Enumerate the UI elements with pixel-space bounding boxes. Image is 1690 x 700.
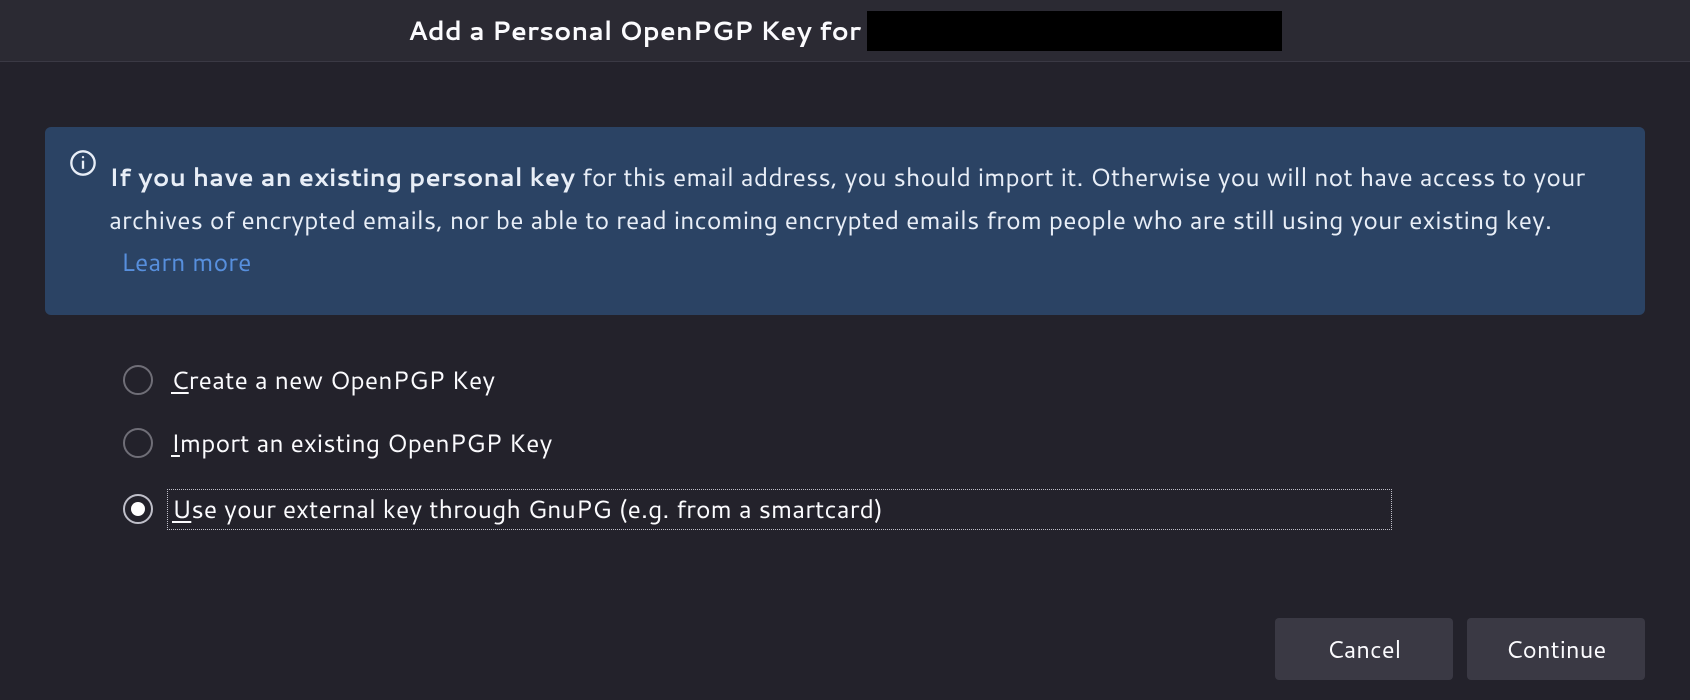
radio-indicator	[123, 428, 153, 458]
radio-indicator	[123, 494, 153, 524]
continue-button[interactable]: Continue	[1467, 618, 1645, 680]
radio-label: Use your external key through GnuPG (e.g…	[167, 489, 1392, 530]
window-title: Add a Personal OpenPGP Key for	[408, 11, 1282, 51]
radio-label: Import an existing OpenPGP Key	[171, 426, 552, 461]
cancel-button[interactable]: Cancel	[1275, 618, 1453, 680]
content-area: If you have an existing personal key for…	[0, 62, 1690, 530]
info-icon	[69, 149, 97, 183]
radio-indicator	[123, 365, 153, 395]
radio-group: Create a new OpenPGP Key Import an exist…	[45, 363, 1645, 530]
info-banner: If you have an existing personal key for…	[45, 127, 1645, 315]
radio-import-existing-key[interactable]: Import an existing OpenPGP Key	[123, 426, 1645, 461]
info-bold: If you have an existing personal key	[109, 160, 575, 195]
radio-use-external-key[interactable]: Use your external key through GnuPG (e.g…	[123, 489, 1645, 530]
radio-label: Create a new OpenPGP Key	[171, 363, 495, 398]
radio-inner-dot	[131, 502, 145, 516]
title-prefix: Add a Personal OpenPGP Key for	[408, 13, 861, 49]
radio-create-new-key[interactable]: Create a new OpenPGP Key	[123, 363, 1645, 398]
title-redacted-value	[867, 11, 1282, 51]
info-text: If you have an existing personal key for…	[109, 157, 1609, 285]
titlebar: Add a Personal OpenPGP Key for	[0, 0, 1690, 62]
learn-more-link[interactable]: Learn more	[121, 245, 251, 280]
button-row: Cancel Continue	[1275, 618, 1645, 680]
